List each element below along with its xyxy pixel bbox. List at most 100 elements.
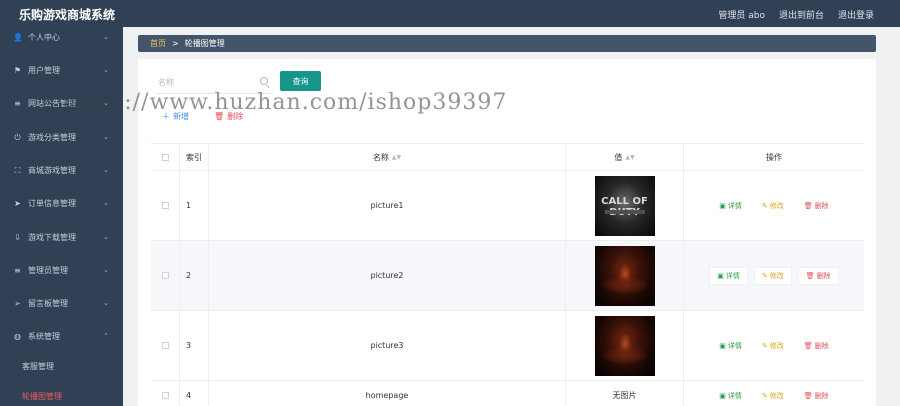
- select-all-checkbox[interactable]: [161, 153, 169, 161]
- chevron-down-icon: ⌄: [103, 233, 109, 241]
- row-value: [566, 311, 684, 380]
- row-name: homepage: [209, 381, 566, 406]
- sidebar-subitem-carousel[interactable]: 轮播图管理: [0, 387, 123, 405]
- view-label: 详情: [727, 391, 742, 400]
- top-bar: 乐购游戏商城系统 管理员 abo 退出到前台 退出登录: [0, 0, 900, 27]
- table-row: 1 picture1 CALL OF DUTY ▣详情 ✎修改 🗑删除: [151, 171, 864, 241]
- chevron-down-icon: ⌄: [103, 99, 109, 107]
- header-check-cell: [151, 144, 180, 170]
- delete-label: 删除: [814, 391, 829, 400]
- pencil-icon: ✎: [761, 391, 768, 400]
- power-icon: ⏻: [14, 132, 21, 142]
- view-label: 详情: [725, 271, 740, 280]
- trash-icon: 🗑: [805, 271, 815, 280]
- thumbnail-title-text: CALL OF DUTY: [601, 195, 648, 218]
- frame-icon: ⛶: [14, 165, 21, 175]
- breadcrumb-separator: >: [172, 39, 179, 48]
- sidebar: 👤 个人中心 ⌄ ⚑ 用户管理 ⌄ ≡ 网站公告管理 ⌄ ⏻ 游戏分类管理 ⌄ …: [0, 27, 123, 406]
- row-checkbox[interactable]: [161, 342, 169, 349]
- name-search-field: [156, 72, 274, 94]
- delete-button[interactable]: 🗑 删除: [797, 266, 839, 285]
- sidebar-item-label: 留言板管理: [28, 298, 68, 308]
- sidebar-item-label: 游戏下载管理: [28, 232, 76, 242]
- back-to-front-link[interactable]: 退出到前台: [779, 8, 824, 21]
- chevron-down-icon: ⌄: [103, 199, 109, 207]
- plus-icon: ＋: [162, 112, 170, 121]
- mic-icon: ◍: [14, 331, 21, 341]
- sidebar-item-notices[interactable]: ≡ 网站公告管理 ⌄: [0, 93, 123, 113]
- delete-label: 删除: [814, 341, 829, 350]
- row-check-cell: [151, 171, 180, 240]
- view-label: 详情: [727, 201, 742, 210]
- row-ops: ▣ 详情 ✎ 修改 🗑 删除: [684, 311, 864, 380]
- sidebar-item-label: 个人中心: [28, 32, 60, 42]
- sidebar-item-label: 商城游戏管理: [28, 165, 76, 175]
- download-icon: ⇩: [14, 232, 21, 242]
- header-value-label: 值: [614, 152, 623, 162]
- flag-icon: ⚑: [13, 65, 22, 75]
- row-checkbox[interactable]: [161, 202, 169, 209]
- main-content: 首页 > 轮播图管理 查询 ＋ 新增 🗑 删除 索引 名称▲▼ 值▲▼ 操作: [123, 27, 900, 406]
- edit-button[interactable]: ✎ 修改: [755, 387, 791, 405]
- sidebar-item-downloads[interactable]: ⇩ 游戏下载管理 ⌄: [0, 227, 123, 247]
- delete-label: 删除: [816, 271, 831, 280]
- search-input[interactable]: [156, 73, 256, 92]
- row-index: 4: [180, 381, 209, 406]
- header-value[interactable]: 值 ▲▼: [566, 144, 684, 170]
- header-ops: 操作: [766, 152, 782, 162]
- chevron-down-icon: ⌄: [103, 66, 109, 74]
- row-name: picture2: [209, 241, 566, 310]
- detail-icon: ▣: [719, 201, 726, 210]
- row-index: 3: [180, 311, 209, 380]
- navigation-icon: ➢: [14, 298, 21, 308]
- sidebar-item-system[interactable]: ◍ 系统管理 ⌃: [0, 326, 123, 346]
- carousel-thumbnail-fire: [594, 315, 655, 376]
- trash-icon: 🗑: [803, 391, 813, 400]
- row-index: 1: [180, 171, 209, 240]
- view-button[interactable]: ▣ 详情: [712, 337, 749, 355]
- edit-label: 修改: [769, 341, 784, 350]
- batch-delete-button[interactable]: 🗑 删除: [214, 111, 243, 122]
- edit-label: 修改: [769, 201, 784, 210]
- table-header: 索引 名称 ▲▼ 值 ▲▼ 操作: [151, 143, 864, 171]
- sort-icon[interactable]: ▲▼: [625, 154, 634, 161]
- table-row: 4 homepage 无图片 ▣ 详情 ✎ 修改 🗑 删除: [151, 381, 864, 406]
- row-checkbox[interactable]: [161, 272, 169, 279]
- edit-label: 修改: [769, 271, 784, 280]
- sidebar-subitem-customer-service[interactable]: 客服管理: [0, 357, 123, 375]
- edit-button[interactable]: ✎ 修改: [755, 197, 791, 215]
- add-button[interactable]: ＋ 新增: [162, 111, 189, 122]
- sidebar-item-messages[interactable]: ➢ 留言板管理 ⌄: [0, 293, 123, 313]
- edit-label: 修改: [769, 391, 784, 400]
- sidebar-item-label: 系统管理: [28, 331, 60, 341]
- breadcrumb-home[interactable]: 首页: [150, 38, 166, 49]
- sidebar-item-admins[interactable]: ≡ 管理员管理 ⌄: [0, 260, 123, 280]
- header-index: 索引: [180, 144, 209, 170]
- sidebar-item-shop-games[interactable]: ⛶ 商城游戏管理 ⌄: [0, 160, 123, 180]
- row-value-no-image: 无图片: [566, 381, 684, 406]
- delete-button[interactable]: 🗑 删除: [797, 387, 836, 405]
- sidebar-item-orders[interactable]: ➤ 订单信息管理 ⌄: [0, 193, 123, 213]
- sort-icon[interactable]: ▲▼: [392, 154, 401, 161]
- delete-button[interactable]: 🗑 删除: [797, 197, 836, 215]
- view-button[interactable]: ▣ 详情: [712, 197, 749, 215]
- logout-link[interactable]: 退出登录: [838, 8, 874, 21]
- app-title: 乐购游戏商城系统: [19, 8, 116, 22]
- sidebar-item-users[interactable]: ⚑ 用户管理 ⌄: [0, 60, 123, 80]
- delete-button[interactable]: 🗑 删除: [797, 337, 836, 355]
- breadcrumb: 首页 > 轮播图管理: [138, 35, 876, 52]
- query-button[interactable]: 查询: [280, 71, 321, 91]
- view-button[interactable]: ▣ 详情: [709, 266, 748, 285]
- user-icon: 👤: [13, 32, 23, 42]
- sidebar-item-personal-center[interactable]: 👤 个人中心 ⌄: [0, 27, 123, 47]
- row-checkbox[interactable]: [161, 392, 169, 399]
- chevron-down-icon: ⌄: [103, 133, 109, 141]
- search-icon[interactable]: [260, 77, 268, 85]
- view-button[interactable]: ▣ 详情: [712, 387, 749, 405]
- edit-button[interactable]: ✎ 修改: [753, 266, 792, 285]
- sidebar-subitem-label: 轮播图管理: [22, 391, 62, 401]
- pencil-icon: ✎: [761, 201, 768, 210]
- header-name[interactable]: 名称 ▲▼: [209, 144, 566, 170]
- sidebar-item-game-categories[interactable]: ⏻ 游戏分类管理 ⌄: [0, 127, 123, 147]
- edit-button[interactable]: ✎ 修改: [755, 337, 791, 355]
